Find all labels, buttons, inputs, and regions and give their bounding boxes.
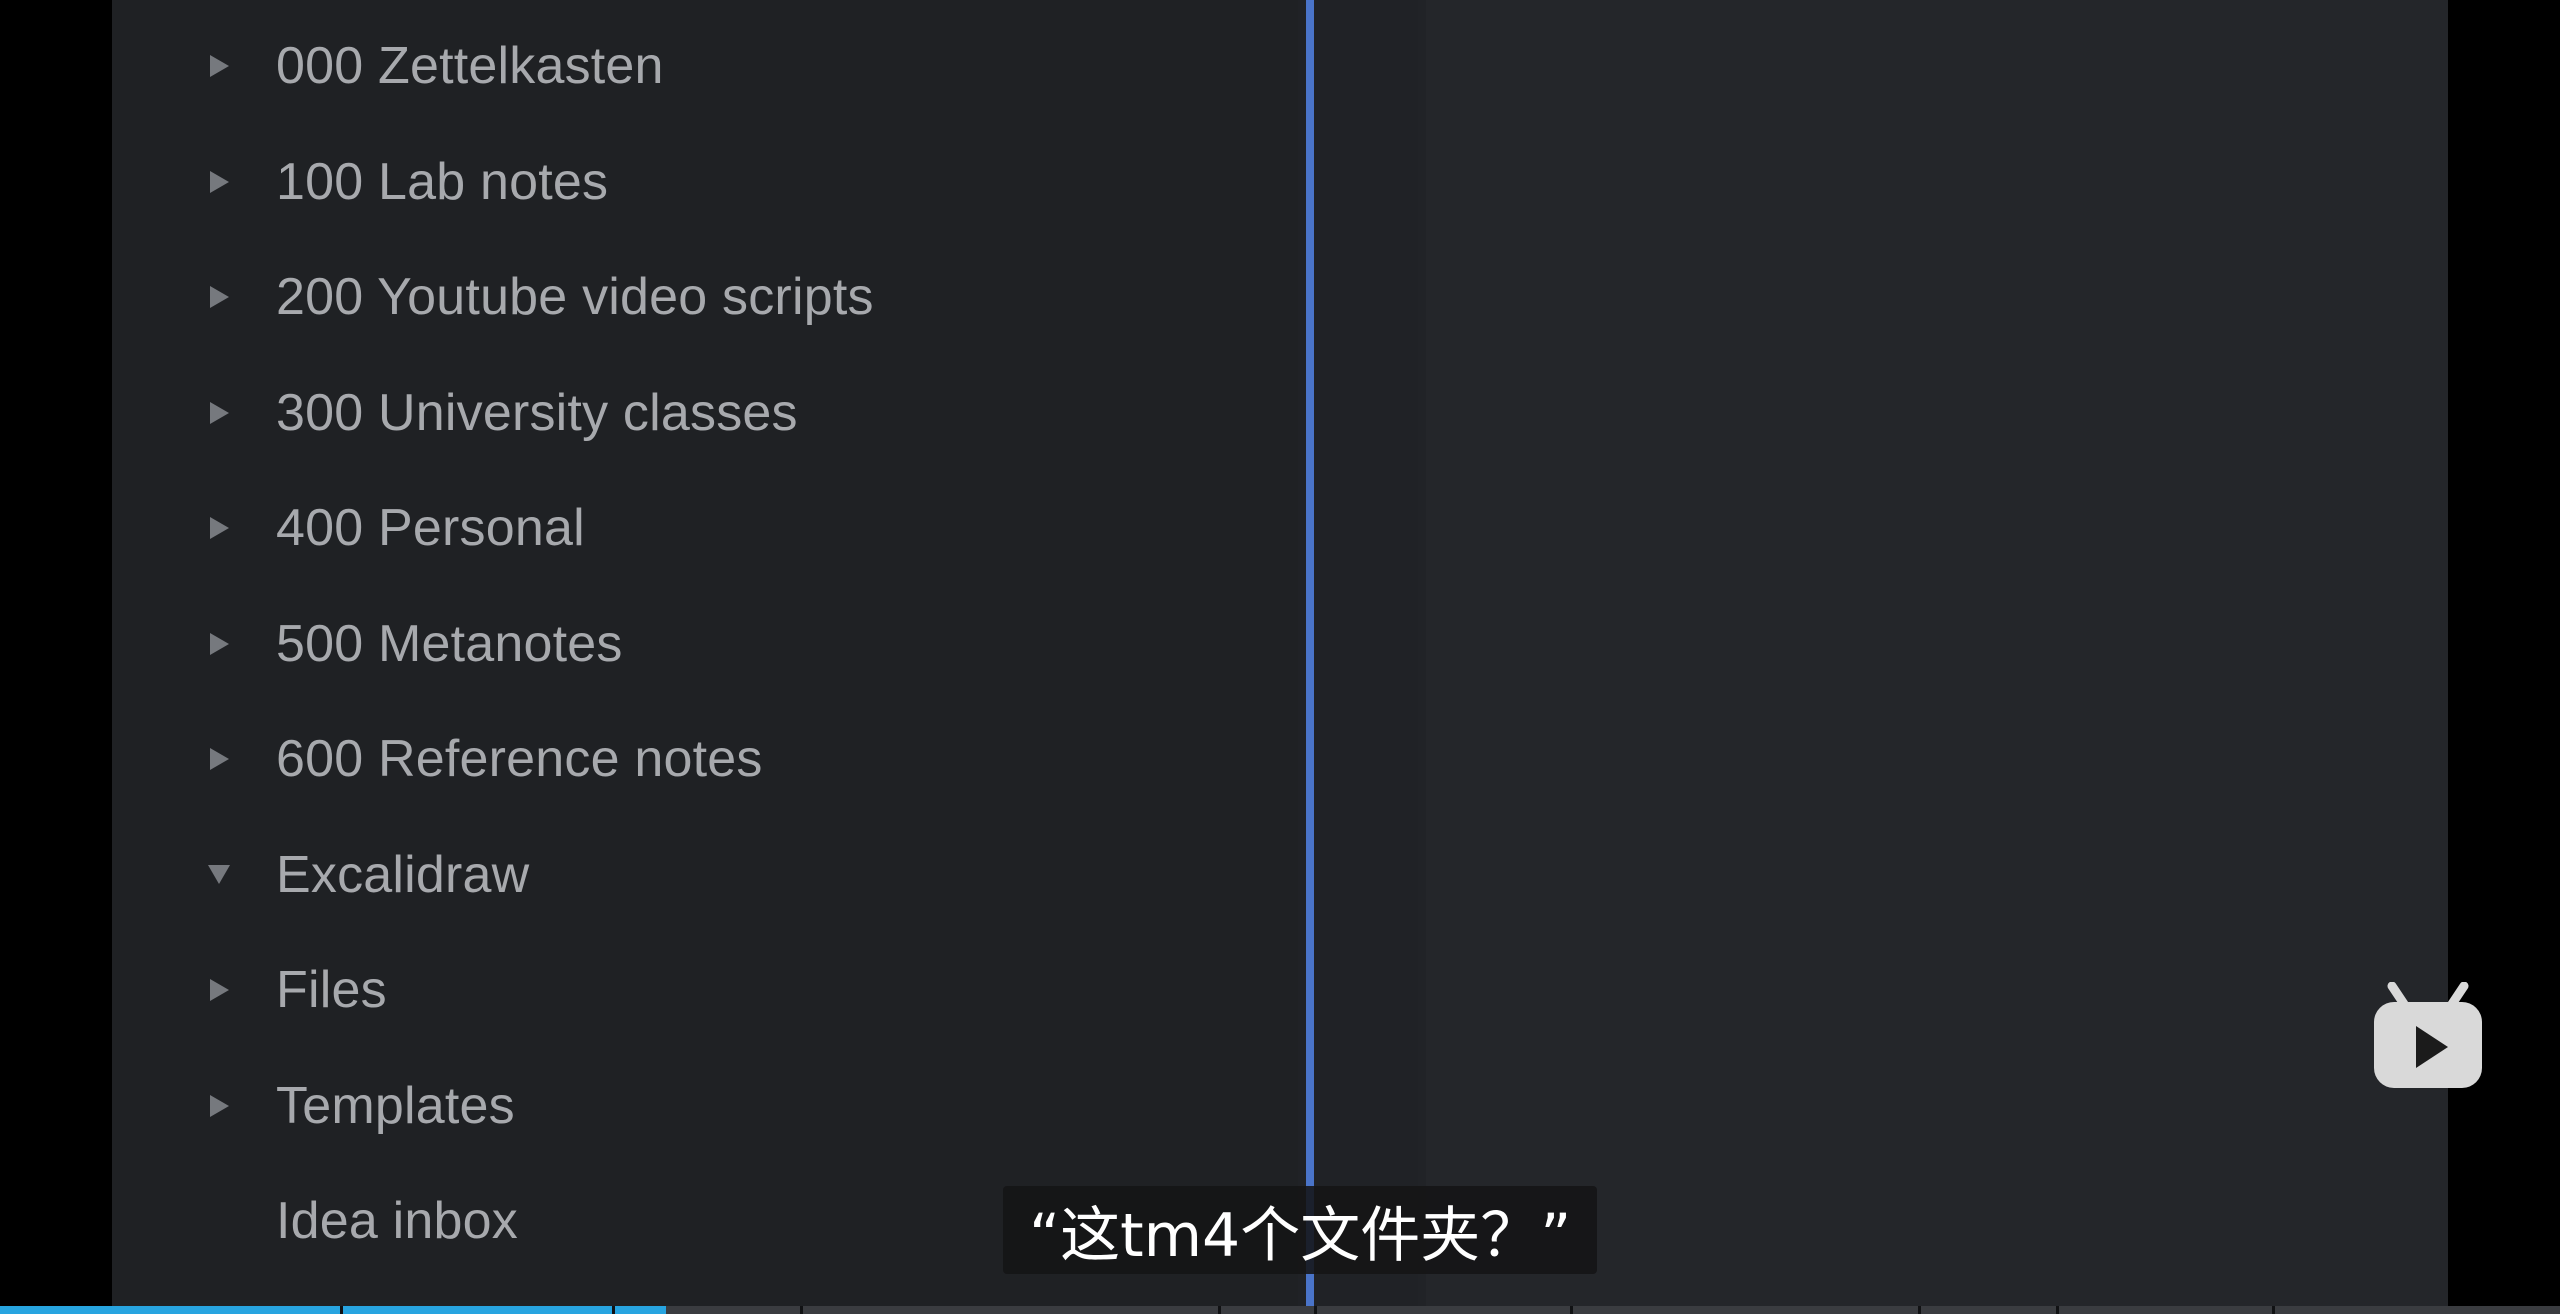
- video-progress-fill: [0, 1306, 666, 1314]
- chevron-right-icon[interactable]: [204, 51, 234, 81]
- chevron-right-icon[interactable]: [204, 744, 234, 774]
- chapter-marker: [1314, 1306, 1317, 1314]
- video-progress-bar[interactable]: [0, 1306, 2560, 1314]
- chapter-marker: [2056, 1306, 2059, 1314]
- folder-item[interactable]: 500 Metanotes: [112, 594, 1212, 694]
- file-explorer-pane: 000 Zettelkasten 100 Lab notes 200 Youtube…: [112, 0, 1298, 1306]
- folder-label: 200 Youtube video scripts: [276, 268, 874, 326]
- chevron-right-icon[interactable]: [204, 167, 234, 197]
- folder-label: 100 Lab notes: [276, 152, 609, 211]
- explorer-sidebar-edge: [1298, 0, 1418, 1306]
- folder-label: Templates: [276, 1076, 515, 1135]
- chevron-right-icon[interactable]: [204, 1091, 234, 1121]
- chapter-marker: [1570, 1306, 1573, 1314]
- video-frame: 000 Zettelkasten 100 Lab notes 200 Youtube…: [0, 0, 2560, 1314]
- chapter-marker: [2272, 1306, 2275, 1314]
- chapter-marker: [1918, 1306, 1921, 1314]
- video-subtitle: “这tm4个文件夹？”: [1003, 1186, 1598, 1274]
- chapter-marker: [1218, 1306, 1221, 1314]
- folder-item[interactable]: 000 Zettelkasten: [112, 16, 1212, 116]
- folder-label: Files: [276, 961, 387, 1019]
- chevron-right-icon[interactable]: [204, 975, 234, 1005]
- folder-item[interactable]: 600 Reference notes: [112, 709, 1212, 809]
- folder-item[interactable]: 300 University classes: [112, 363, 1212, 463]
- folder-label: 000 Zettelkasten: [276, 37, 664, 95]
- folder-label: 600 Reference notes: [276, 730, 763, 788]
- folder-label: 500 Metanotes: [276, 614, 623, 673]
- chapter-marker: [340, 1306, 343, 1314]
- obsidian-window: 000 Zettelkasten 100 Lab notes 200 Youtube…: [112, 0, 2448, 1306]
- folder-item[interactable]: 400 Personal: [112, 478, 1212, 578]
- chevron-right-icon[interactable]: [204, 513, 234, 543]
- bilibili-tv-icon: [2374, 982, 2482, 1088]
- file-label: Idea inbox: [276, 1192, 518, 1250]
- folder-label: Excalidraw: [276, 845, 530, 904]
- folder-item[interactable]: 100 Lab notes: [112, 132, 1212, 232]
- folder-item[interactable]: Files: [112, 940, 1212, 1040]
- editor-pane: [1426, 0, 2448, 1306]
- chapter-marker: [612, 1306, 615, 1314]
- folder-item[interactable]: Templates: [112, 1056, 1212, 1156]
- folder-item[interactable]: 200 Youtube video scripts: [112, 247, 1212, 347]
- folder-label: 300 University classes: [276, 383, 798, 442]
- pane-resize-handle[interactable]: [1306, 0, 1314, 1314]
- folder-label: 400 Personal: [276, 499, 585, 557]
- folder-item[interactable]: Excalidraw: [112, 825, 1212, 925]
- chevron-right-icon[interactable]: [204, 282, 234, 312]
- chevron-right-icon[interactable]: [204, 398, 234, 428]
- chevron-right-icon[interactable]: [204, 629, 234, 659]
- chevron-down-icon[interactable]: [204, 860, 234, 890]
- chapter-marker: [800, 1306, 803, 1314]
